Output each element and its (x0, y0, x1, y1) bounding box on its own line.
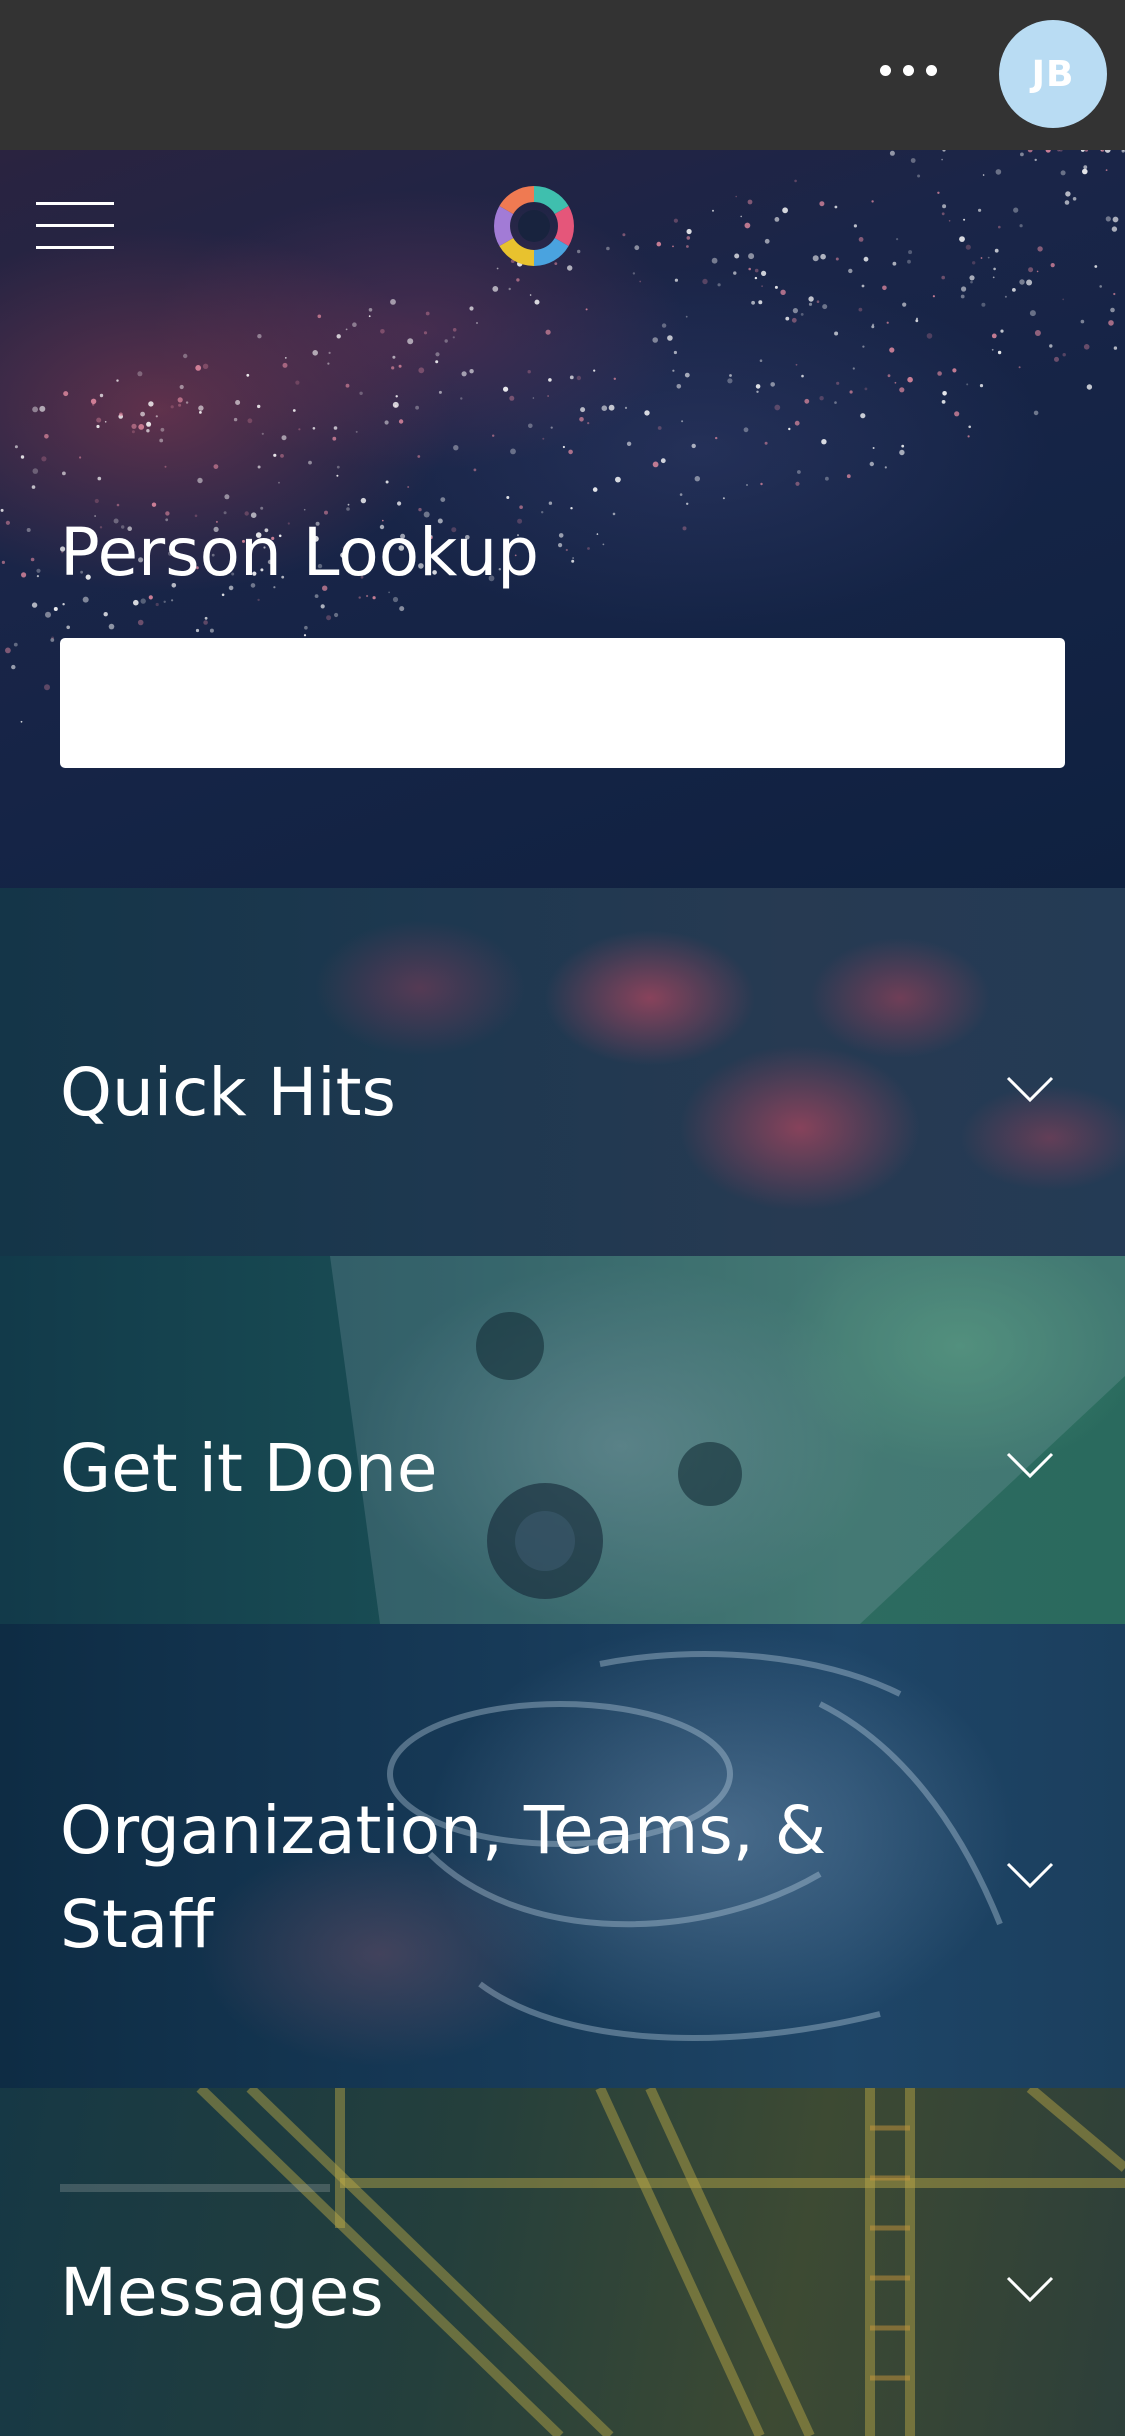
hamburger-menu-icon[interactable] (36, 198, 114, 254)
more-horizontal-icon (879, 64, 891, 76)
user-avatar[interactable]: JB (999, 20, 1107, 128)
more-dot (925, 64, 937, 76)
chevron-down-icon[interactable] (1005, 1074, 1055, 1104)
section-messages[interactable]: Messages (0, 2088, 1125, 2436)
section-title: Messages (60, 2254, 384, 2331)
section-get-it-done[interactable]: Get it Done (0, 1256, 1125, 1624)
section-organization-teams-staff[interactable]: Organization, Teams, & Staff (0, 1624, 1125, 2088)
section-quick-hits[interactable]: Quick Hits (0, 888, 1125, 1256)
chevron-down-icon[interactable] (1005, 1860, 1055, 1890)
app-logo (494, 186, 574, 266)
chevron-down-icon[interactable] (1005, 1450, 1055, 1480)
section-title: Organization, Teams, & Staff (60, 1792, 827, 1963)
section-title: Get it Done (60, 1430, 438, 1507)
person-lookup-input[interactable] (60, 638, 1065, 768)
chevron-down-icon[interactable] (1005, 2274, 1055, 2304)
person-lookup-hero: Person Lookup (0, 150, 1125, 888)
more-dot (902, 64, 914, 76)
section-title: Quick Hits (60, 1054, 396, 1131)
person-lookup-label: Person Lookup (60, 514, 540, 591)
more-options-button[interactable] (862, 50, 954, 90)
top-app-bar: JB (0, 0, 1125, 150)
